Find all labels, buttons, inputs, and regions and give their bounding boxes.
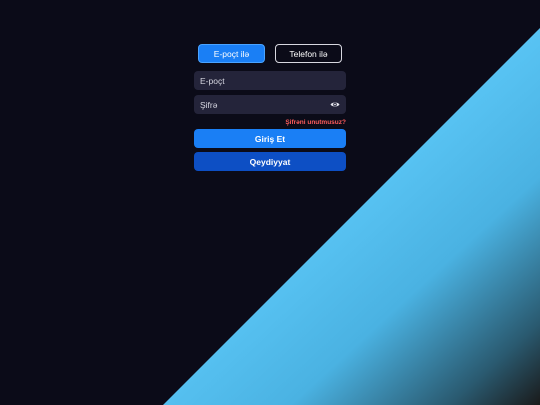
login-method-tabs: E-poçt ilə Telefon ilə xyxy=(194,44,346,63)
login-button[interactable]: Giriş Et xyxy=(194,129,346,148)
email-field-container xyxy=(194,71,346,90)
login-form: E-poçt ilə Telefon ilə Şifrəni unutmusuz… xyxy=(194,44,346,175)
forgot-password-link[interactable]: Şifrəni unutmusuz? xyxy=(285,119,346,126)
tab-phone[interactable]: Telefon ilə xyxy=(275,44,342,63)
register-button[interactable]: Qeydiyyat xyxy=(194,152,346,171)
password-field-container xyxy=(194,95,346,114)
eye-icon[interactable] xyxy=(330,100,340,109)
forgot-password-row: Şifrəni unutmusuz? xyxy=(194,119,346,126)
login-screen: E-poçt ilə Telefon ilə Şifrəni unutmusuz… xyxy=(0,0,540,405)
password-field[interactable] xyxy=(194,95,346,114)
email-field[interactable] xyxy=(194,71,346,90)
tab-email[interactable]: E-poçt ilə xyxy=(198,44,265,63)
